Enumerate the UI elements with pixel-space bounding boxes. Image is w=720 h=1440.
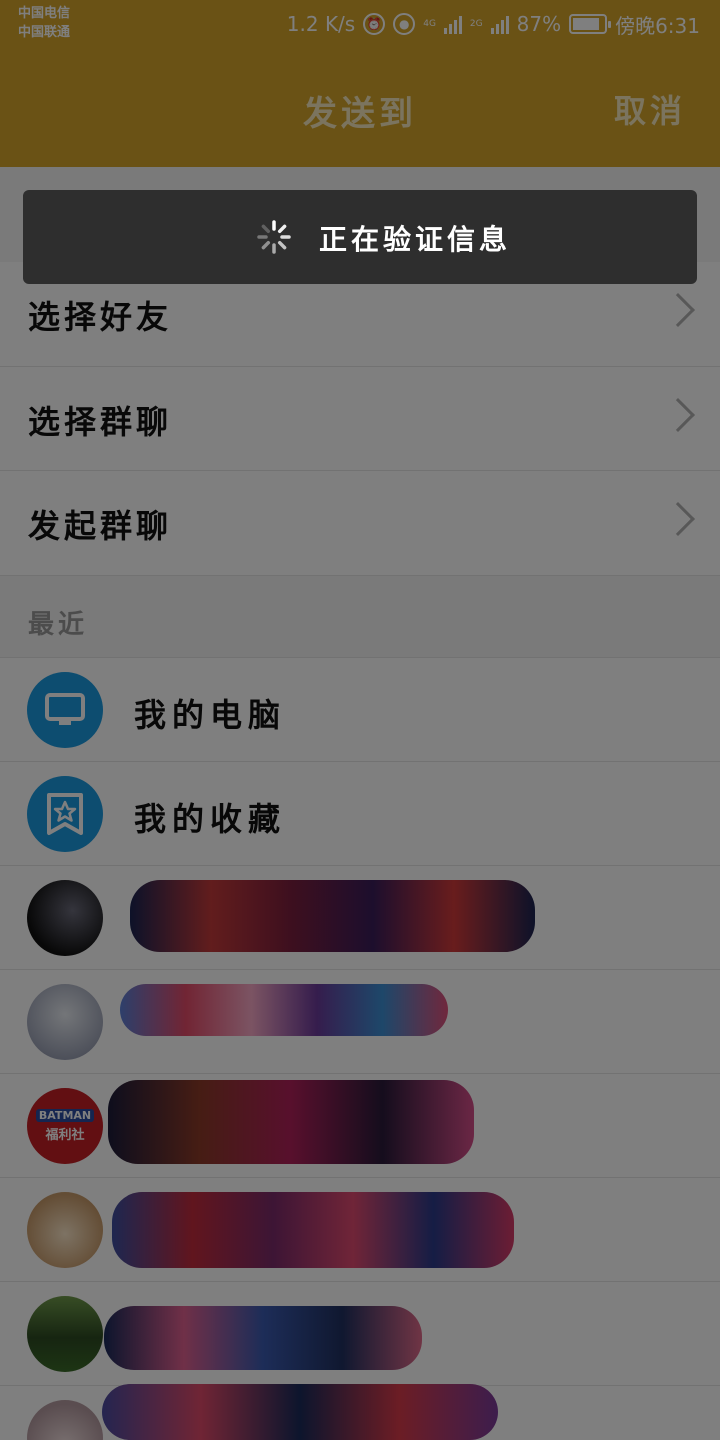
loading-toast: 正在验证信息	[23, 190, 697, 284]
loading-spinner-icon	[257, 220, 291, 254]
toast-message: 正在验证信息	[319, 223, 512, 256]
